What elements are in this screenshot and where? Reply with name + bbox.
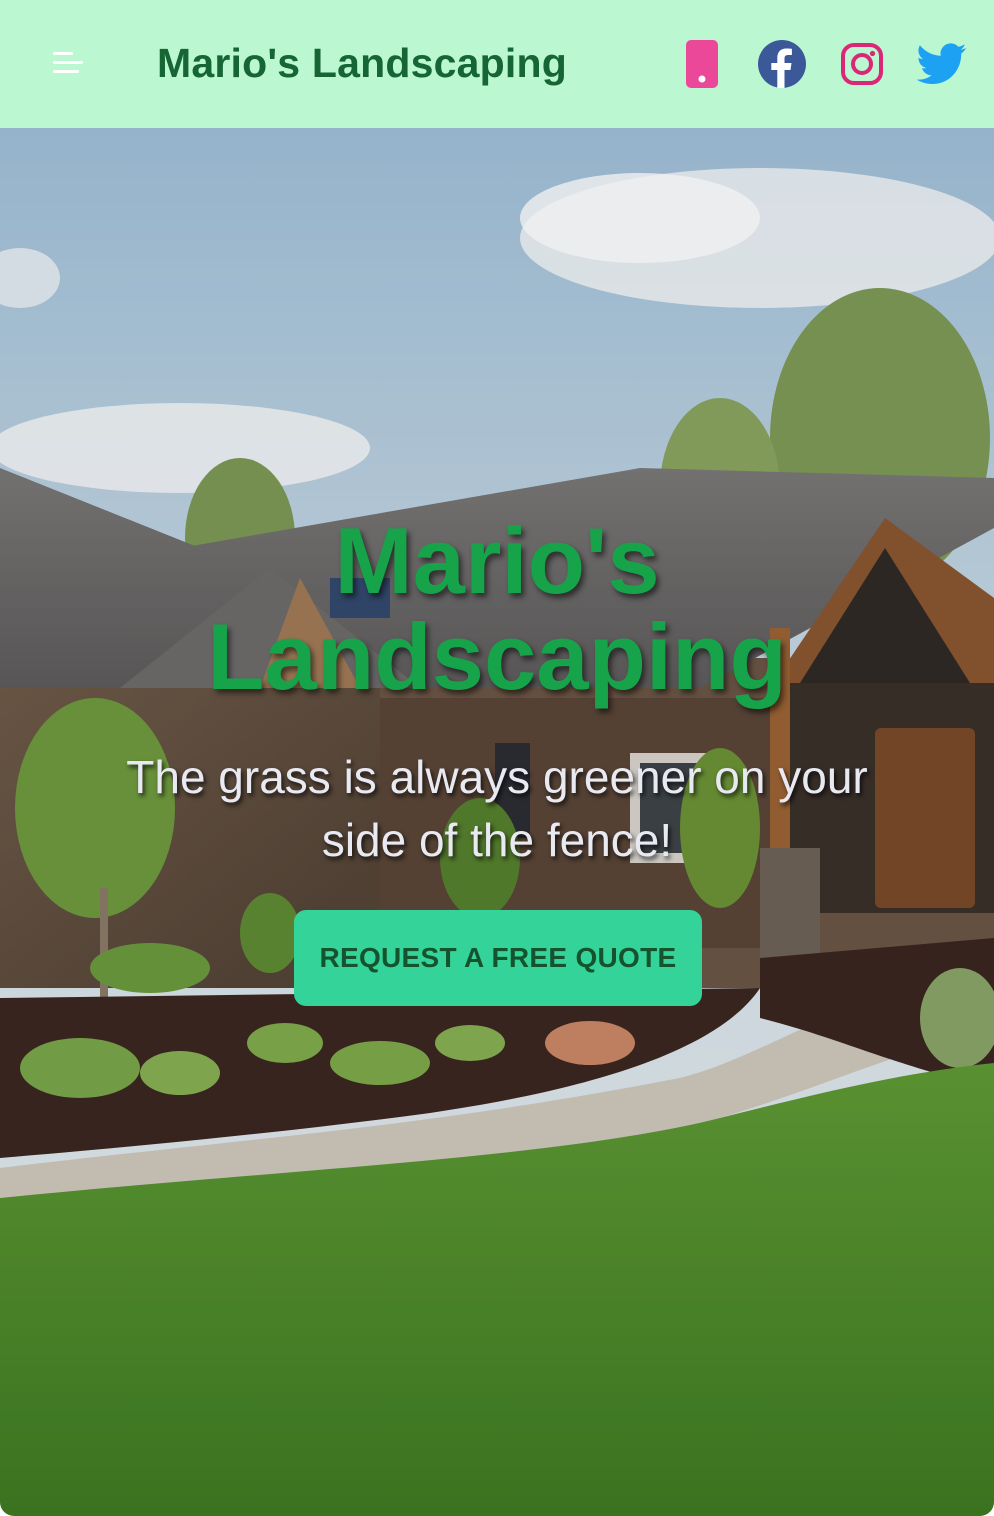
hero-subtitle: The grass is always greener on your side… [126, 751, 868, 866]
instagram-icon[interactable] [834, 36, 890, 92]
request-quote-button[interactable]: REQUEST A FREE QUOTE [294, 910, 702, 1006]
top-navbar: Mario's Landscaping [0, 0, 994, 128]
hero-title-line2: Landscaping [207, 604, 787, 709]
twitter-icon[interactable] [914, 36, 970, 92]
facebook-icon[interactable] [754, 36, 810, 92]
hero-title: Mario's Landscaping [0, 513, 994, 705]
hero-section: Mario's Landscaping The grass is always … [0, 128, 994, 1516]
hero-title-line1: Mario's [334, 508, 660, 613]
hamburger-menu-icon[interactable] [50, 49, 86, 79]
site-brand[interactable]: Mario's Landscaping [157, 40, 567, 87]
phone-icon[interactable] [674, 36, 730, 92]
